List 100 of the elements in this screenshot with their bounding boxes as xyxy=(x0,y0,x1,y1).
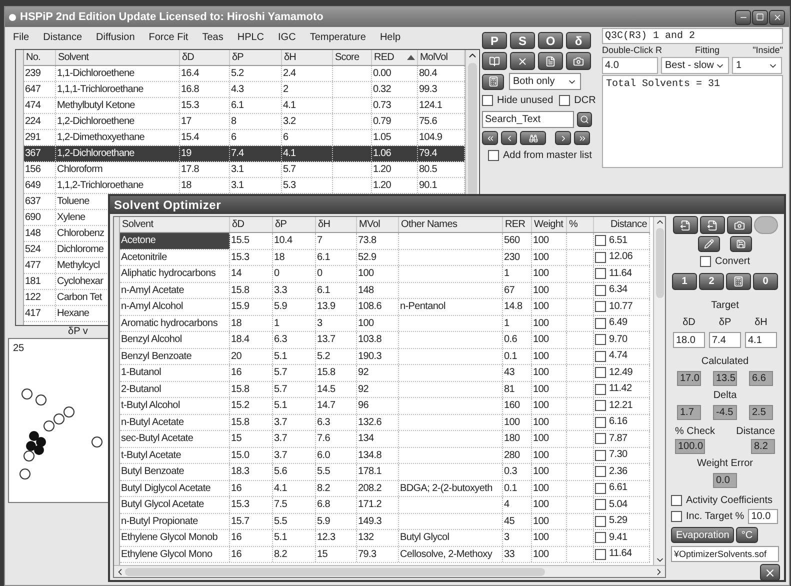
table-cell[interactable]: Ethylene Glycol Monob xyxy=(120,530,230,546)
table-cell[interactable]: Butyl Glycol Acetate xyxy=(120,497,230,512)
checkbox[interactable] xyxy=(595,350,606,362)
camera-button[interactable] xyxy=(726,216,752,234)
checkbox[interactable] xyxy=(595,400,606,412)
menu-item[interactable]: Help xyxy=(380,30,401,44)
column-header[interactable]: δD xyxy=(232,219,244,230)
checkbox[interactable] xyxy=(595,301,606,312)
scroll-thumb[interactable] xyxy=(656,228,664,298)
checkbox[interactable] xyxy=(595,416,606,428)
temperature-button[interactable]: °C xyxy=(736,527,758,543)
evaporation-button[interactable]: Evaporation xyxy=(671,527,734,543)
edit-button[interactable] xyxy=(698,236,720,252)
selected-cell[interactable]: Acetone xyxy=(120,233,230,248)
column-header[interactable]: Solvent xyxy=(122,219,154,230)
menu-item[interactable]: Teas xyxy=(202,30,224,44)
table-cell[interactable]: Aromatic hydrocarbons xyxy=(120,316,230,331)
checkbox[interactable] xyxy=(595,450,606,461)
menu-item[interactable]: HPLC xyxy=(237,30,264,44)
checkbox[interactable] xyxy=(488,150,499,161)
checkbox[interactable] xyxy=(559,95,570,106)
checkbox[interactable] xyxy=(595,548,606,560)
calculator-button[interactable] xyxy=(482,74,504,90)
menu-item[interactable]: File xyxy=(13,30,30,44)
table-cell[interactable]: n-Butyl Propionate xyxy=(120,514,230,529)
maximize-button[interactable] xyxy=(752,10,768,24)
target-percent-field[interactable]: 10.0 xyxy=(748,509,778,524)
table-cell[interactable]: n-Butyl Acetate xyxy=(120,414,230,430)
first-button[interactable] xyxy=(482,131,498,145)
table-cell[interactable]: Aliphatic hydrocarbons xyxy=(120,266,230,282)
last-button[interactable] xyxy=(574,131,590,145)
letter-button[interactable]: P xyxy=(482,32,507,49)
menu-item[interactable]: Diffusion xyxy=(96,30,135,44)
column-header[interactable]: δP xyxy=(232,50,244,65)
table-cell[interactable]: Acetonitrile xyxy=(120,250,230,265)
close-button[interactable] xyxy=(760,564,780,581)
calculator-button[interactable] xyxy=(726,273,751,290)
column-header[interactable]: MVol xyxy=(359,219,380,230)
checkbox[interactable] xyxy=(671,511,682,522)
column-header[interactable]: RER xyxy=(505,219,526,230)
target-field[interactable]: 7.4 xyxy=(709,332,741,348)
checkbox[interactable] xyxy=(595,532,606,544)
delete-button[interactable] xyxy=(510,52,535,70)
export-button[interactable] xyxy=(700,216,724,234)
target-field[interactable]: 18.0 xyxy=(673,332,705,348)
column-header[interactable]: No. xyxy=(26,50,40,65)
radius-field[interactable]: 4.0 xyxy=(602,57,658,74)
table-cell[interactable]: 1-Butanol xyxy=(120,365,230,380)
inside-dropdown[interactable]: 1 xyxy=(732,57,782,74)
checkbox[interactable] xyxy=(595,268,606,280)
checkbox[interactable] xyxy=(595,482,606,494)
column-header[interactable]: δH xyxy=(318,219,330,230)
checkbox[interactable] xyxy=(595,384,606,395)
search-button[interactable] xyxy=(577,112,592,127)
column-header[interactable]: Weight xyxy=(534,219,564,230)
checkbox[interactable] xyxy=(595,516,606,527)
next-button[interactable] xyxy=(555,131,571,145)
horizontal-scrollbar[interactable] xyxy=(114,565,665,577)
checkbox[interactable] xyxy=(595,235,606,246)
table-cell[interactable]: sec-Butyl Acetate xyxy=(120,431,230,446)
menu-item[interactable]: Distance xyxy=(43,30,82,44)
table-cell[interactable]: t-Butyl Alcohol xyxy=(120,398,230,414)
column-header[interactable]: MolVol xyxy=(420,50,448,65)
checkbox[interactable] xyxy=(595,367,606,378)
scrollbar[interactable] xyxy=(653,217,665,565)
table-cell[interactable]: Benzyl Alcohol xyxy=(120,332,230,348)
search-field[interactable]: Search_Text xyxy=(482,111,574,128)
column-header[interactable]: δD xyxy=(182,50,194,65)
export-button[interactable] xyxy=(672,216,698,234)
column-header[interactable]: RED xyxy=(374,50,394,65)
fitting-dropdown[interactable]: Best - slow xyxy=(661,57,729,74)
selected-row[interactable]: 367 1,2-Dichloroethane 19 7.4 4.1 1.06 79.4 xyxy=(24,146,465,162)
checkbox[interactable] xyxy=(671,495,682,506)
minimize-button[interactable] xyxy=(735,10,751,24)
checkbox[interactable] xyxy=(595,284,606,296)
mode-button[interactable]: 2 xyxy=(699,273,724,290)
save-button[interactable] xyxy=(730,236,752,252)
name-field[interactable]: Q3C(R3) 1 and 2 xyxy=(602,28,783,44)
column-header[interactable]: δP xyxy=(275,219,287,230)
mode-button[interactable]: 0 xyxy=(753,273,778,290)
target-field[interactable]: 4.1 xyxy=(745,332,777,348)
table-cell[interactable]: Benzyl Benzoate xyxy=(120,348,230,364)
camera-button[interactable] xyxy=(566,52,591,70)
mode-button[interactable]: 1 xyxy=(672,273,697,290)
menu-item[interactable]: IGC xyxy=(278,30,296,44)
table-cell[interactable]: t-Butyl Acetate xyxy=(120,448,230,463)
table-cell[interactable]: n-Amyl Alcohol xyxy=(120,299,230,314)
table-cell[interactable]: 2-Butanol xyxy=(120,382,230,397)
checkbox[interactable] xyxy=(595,499,606,510)
checkbox[interactable] xyxy=(595,466,606,478)
letter-button[interactable]: O xyxy=(538,32,563,49)
letter-button[interactable]: δ xyxy=(566,32,591,49)
binoculars-button[interactable] xyxy=(520,131,546,145)
checkbox[interactable] xyxy=(482,95,493,106)
table-cell[interactable]: Ethylene Glycol Mono xyxy=(120,546,230,562)
filter-dropdown[interactable]: Both only xyxy=(509,73,581,90)
scroll-thumb[interactable] xyxy=(125,568,545,576)
table-cell[interactable]: Butyl Benzoate xyxy=(120,464,230,480)
previous-button[interactable] xyxy=(501,131,517,145)
book-button[interactable] xyxy=(482,52,507,70)
